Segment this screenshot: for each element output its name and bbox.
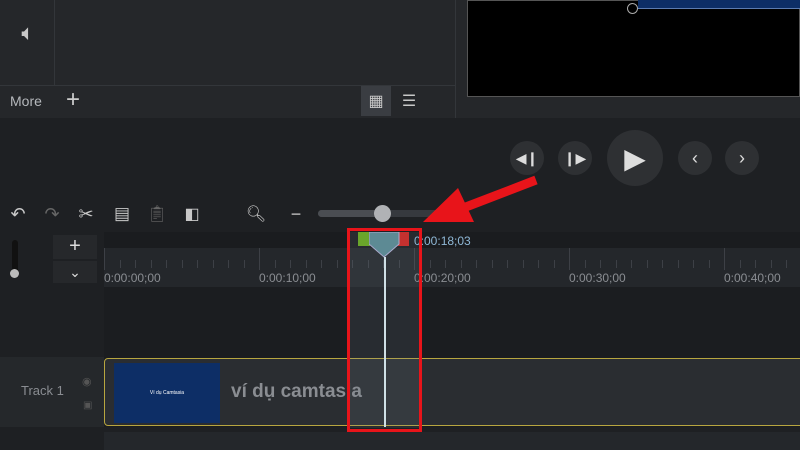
ruler-tick bbox=[662, 260, 663, 268]
empty-track-area bbox=[104, 287, 800, 357]
add-media-button[interactable]: + bbox=[60, 86, 86, 114]
ruler-tick bbox=[212, 260, 214, 268]
ruler-tick bbox=[150, 260, 152, 268]
ruler-tick bbox=[708, 260, 710, 268]
thumbnail-text: Ví dụ Camtasia bbox=[149, 390, 185, 396]
ruler-tick bbox=[274, 260, 276, 268]
ruler-tick bbox=[228, 260, 229, 268]
ruler-label: 0:00:20;00 bbox=[414, 271, 471, 285]
ruler-tick bbox=[259, 248, 260, 270]
ruler-tick bbox=[305, 260, 307, 268]
track-height-thumb[interactable] bbox=[10, 269, 19, 278]
cut-icon[interactable]: ✂ bbox=[74, 202, 98, 226]
ruler-tick bbox=[104, 248, 105, 270]
zoom-slider-thumb[interactable] bbox=[374, 205, 391, 222]
collapse-tracks-button[interactable]: ⌄ bbox=[53, 261, 97, 283]
zoom-search-icon: 🔍︎ bbox=[245, 206, 267, 223]
playhead-time: 0:00:18;03 bbox=[414, 234, 471, 248]
ruler-tick bbox=[181, 260, 183, 268]
ruler-tick bbox=[119, 260, 121, 268]
annotation-box bbox=[347, 228, 422, 432]
previous-marker-button[interactable]: ‹ bbox=[678, 141, 712, 175]
preview-canvas[interactable] bbox=[467, 0, 800, 97]
ruler-tick bbox=[553, 260, 555, 268]
ruler-tick bbox=[569, 248, 570, 270]
clip-thumbnail: Ví dụ Camtasia bbox=[114, 363, 220, 423]
ruler-tick bbox=[615, 260, 617, 268]
ruler-tick bbox=[166, 260, 167, 268]
ruler-tick bbox=[243, 260, 245, 268]
ruler-tick bbox=[491, 260, 493, 268]
ruler-tick bbox=[507, 260, 508, 268]
ruler-tick bbox=[724, 248, 725, 270]
ruler-tick bbox=[538, 260, 539, 268]
ruler-tick bbox=[755, 260, 756, 268]
ruler-tick bbox=[290, 260, 291, 268]
undo-icon[interactable]: ↶ bbox=[6, 202, 30, 226]
ruler-label: 0:00:00;00 bbox=[104, 271, 161, 285]
canvas-handle[interactable] bbox=[627, 3, 638, 14]
ruler-label: 0:00:40;00 bbox=[724, 271, 781, 285]
ruler-tick bbox=[445, 260, 446, 268]
list-view-icon[interactable]: ☰ bbox=[395, 86, 423, 116]
next-marker-button[interactable]: › bbox=[725, 141, 759, 175]
lock-icon[interactable]: ▣ bbox=[83, 400, 92, 411]
redo-icon[interactable]: ↷ bbox=[40, 202, 64, 226]
ruler-tick bbox=[646, 260, 648, 268]
media-clip[interactable]: Ví dụ Camtasia ví dụ camtasla bbox=[104, 358, 800, 426]
ruler-tick bbox=[770, 260, 772, 268]
eye-icon[interactable]: ◉ bbox=[82, 375, 92, 388]
copy-icon[interactable]: ▤ bbox=[110, 202, 134, 226]
grid-view-icon[interactable]: ▦ bbox=[361, 86, 391, 116]
ruler-label: 0:00:30;00 bbox=[569, 271, 626, 285]
ruler-tick bbox=[677, 260, 679, 268]
more-button[interactable]: More bbox=[10, 93, 42, 109]
audio-icon[interactable]: 🔈︎ bbox=[12, 18, 44, 48]
clip-title: ví dụ camtasla bbox=[231, 381, 362, 402]
ruler-tick bbox=[429, 260, 431, 268]
ruler-tick bbox=[584, 260, 586, 268]
ruler-tick bbox=[631, 260, 632, 268]
ruler-tick bbox=[197, 260, 198, 268]
add-track-button[interactable]: + bbox=[53, 235, 97, 259]
bottom-lane bbox=[104, 432, 800, 450]
ruler-tick bbox=[600, 260, 601, 268]
ruler-tick bbox=[135, 260, 136, 268]
ruler-tick bbox=[321, 260, 322, 268]
paste-icon[interactable]: 📋︎ bbox=[145, 202, 169, 226]
track-name[interactable]: Track 1 bbox=[21, 383, 64, 398]
ruler-tick bbox=[693, 260, 694, 268]
ruler-tick bbox=[786, 260, 787, 268]
zoom-out-icon[interactable]: − bbox=[288, 202, 304, 226]
ruler-tick bbox=[739, 260, 741, 268]
canvas-media bbox=[638, 0, 800, 9]
ruler-label: 0:00:10;00 bbox=[259, 271, 316, 285]
next-frame-button[interactable]: ❙▶ bbox=[558, 141, 592, 175]
split-icon[interactable]: ◧ bbox=[180, 202, 204, 226]
ruler-tick bbox=[522, 260, 524, 268]
annotation-arrow bbox=[423, 175, 538, 222]
ruler-tick bbox=[336, 260, 338, 268]
ruler-tick bbox=[460, 260, 462, 268]
play-button[interactable]: ▶ bbox=[607, 130, 663, 186]
ruler-tick bbox=[476, 260, 477, 268]
